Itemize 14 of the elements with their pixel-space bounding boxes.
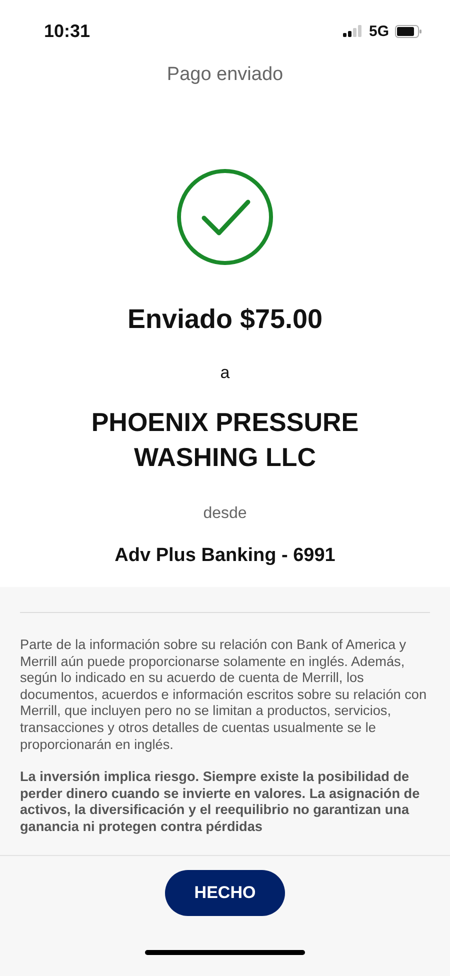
- to-label: a: [220, 363, 230, 383]
- done-button[interactable]: HECHO: [165, 870, 285, 916]
- disclosure-paragraph: La inversión implica riesgo. Siempre existe la posibilidad de perder dinero cuando se invierte en valores. La asignación de activos, la diversificación y el reequilibrio no garantizan una ganancia ni protegen contra pérdidas: [20, 769, 421, 836]
- status-time: 10:31: [44, 20, 90, 42]
- amount-text: Enviado $75.00: [127, 304, 323, 335]
- network-label: 5G: [368, 22, 389, 40]
- from-label: desde: [203, 505, 247, 523]
- checkmark-icon: [176, 168, 274, 266]
- signal-icon: [342, 25, 363, 37]
- account-name: Adv Plus Banking - 6991: [114, 545, 336, 567]
- payee-name: PHOENIX PRESSURE WASHING LLC: [90, 406, 360, 474]
- battery-icon: [395, 24, 422, 38]
- page-title: Pago enviado: [166, 64, 284, 86]
- disclosure-paragraph: Parte de la información sobre su relación con Bank of America y Merrill aún puede proporcionarse solamente en inglés. Además, según lo indicado en su acuerdo de cuenta de Merrill, los documentos, acuerdos e información escritos sobre su relación con Merrill, que incluyen pero no se limitan a productos, servicios, transacciones y otros detalles de cuentas usualmente se le proporcionarán en inglés.: [20, 637, 428, 754]
